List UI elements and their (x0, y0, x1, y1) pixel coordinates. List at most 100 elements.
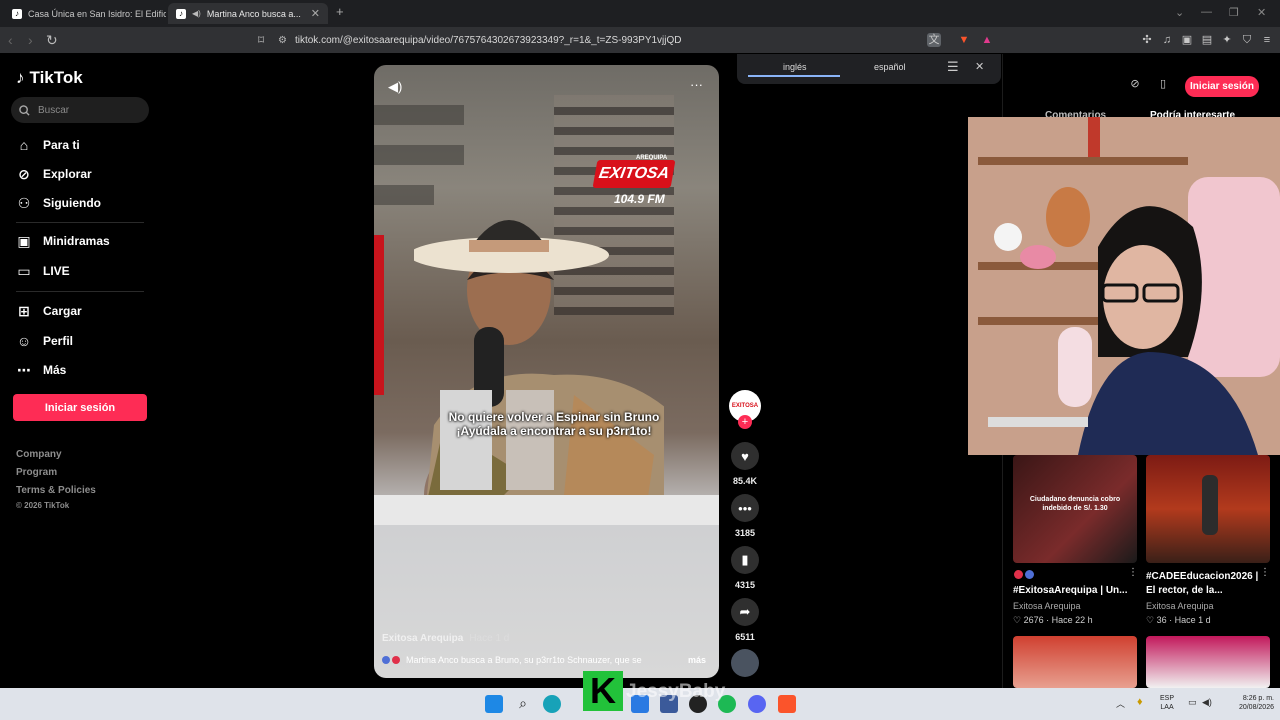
search-box[interactable] (11, 97, 149, 123)
vpn-icon[interactable]: ⛉ (1240, 33, 1254, 47)
compass-icon: ⊘ (18, 165, 30, 182)
nav-item-siguiendo[interactable]: ⚇ Siguiendo (16, 195, 101, 211)
nav-label: Perfil (43, 334, 74, 348)
discord-icon[interactable] (748, 695, 766, 713)
emoji-icon (1025, 570, 1034, 579)
video-author-1[interactable]: Exitosa Arequipa (1013, 601, 1081, 611)
translate-option-english[interactable]: inglés (783, 62, 807, 72)
video-stats-1: ♡ 2676 · Hace 22 h (1013, 615, 1093, 625)
close-tab-icon[interactable]: ✕ (311, 7, 320, 20)
tab-title: Casa Única en San Isidro: El Edificio ..… (28, 8, 166, 19)
address-bar[interactable]: ⚙ tiktok.com/@exitosaarequipa/video/7675… (278, 31, 948, 50)
video-author-line: Exitosa Arequipa Hace 1 d (382, 633, 509, 644)
browser-tab-1[interactable]: ♪ Casa Única en San Isidro: El Edificio … (4, 3, 166, 24)
audio-icon: ◀) (192, 9, 201, 18)
reload-button[interactable]: ↻ (46, 31, 58, 49)
search-taskbar-icon[interactable]: ⌕ (514, 695, 532, 713)
video-player[interactable]: AREQUIPA EXITOSA 104.9 FM No quiere volv… (374, 65, 719, 678)
translate-option-spanish[interactable]: español (874, 62, 906, 72)
like-button[interactable]: ♥ (731, 442, 759, 470)
network-icon[interactable]: ▭ (1188, 697, 1197, 708)
translate-close-icon[interactable]: ✕ (975, 60, 984, 73)
nav-item-explorar[interactable]: ⊘ Explorar (16, 166, 92, 182)
device-icon[interactable]: ▯ (1154, 75, 1172, 93)
extensions-icon[interactable]: ✣ (1140, 33, 1154, 47)
brave-shield-icon[interactable]: ▼ (957, 33, 971, 47)
coins-icon[interactable]: ⊘ (1126, 75, 1144, 93)
caption-line-2: ¡Ayúdala a encontrar a su p3rr1to! (456, 424, 652, 438)
video-1-menu-icon[interactable]: ⋮ (1128, 567, 1138, 578)
edge-icon[interactable] (543, 695, 561, 713)
video-title-2[interactable]: #CADEEducacion2026 | El rector, de la... (1146, 570, 1270, 598)
nav-item-mas[interactable]: ⋯ Más (16, 362, 66, 378)
footer-link-terms[interactable]: Terms & Policies (16, 485, 96, 496)
volume-tray-icon[interactable]: ◀) (1202, 697, 1212, 708)
brave-icon[interactable] (778, 695, 796, 713)
tab-search-icon[interactable]: ⌄ (1175, 6, 1184, 19)
media-icon[interactable]: ♫ (1160, 33, 1174, 47)
bookmark-icon: ▮ (741, 552, 749, 567)
more-options-icon[interactable]: ··· (690, 77, 703, 92)
sidebar-toggle-icon[interactable]: ▣ (1180, 33, 1194, 47)
video-author[interactable]: Exitosa Arequipa (382, 633, 463, 644)
close-window-button[interactable]: ✕ (1257, 6, 1266, 19)
region: LAA (1160, 704, 1174, 711)
nav-item-perfil[interactable]: ☺ Perfil (16, 333, 73, 349)
back-button[interactable]: ‹ (8, 31, 13, 49)
more-link[interactable]: más (688, 655, 706, 665)
wallet-icon[interactable]: ▤ (1200, 33, 1214, 47)
forward-button[interactable]: › (28, 31, 33, 49)
brave-rewards-icon[interactable]: ▲ (980, 33, 994, 47)
nav-item-cargar[interactable]: ⊞ Cargar (16, 303, 82, 319)
webcam-overlay (968, 117, 1280, 455)
site-info-icon[interactable]: ⚙ (278, 35, 287, 46)
tray-language[interactable]: ESP LAA (1160, 694, 1174, 712)
microphone-icon[interactable]: ♦ (1137, 696, 1143, 708)
comment-button[interactable]: ••• (731, 494, 759, 522)
search-input[interactable] (38, 104, 138, 116)
tray-chevron-icon[interactable]: ︿ (1116, 697, 1125, 710)
video-author-2[interactable]: Exitosa Arequipa (1146, 601, 1214, 611)
translate-menu-icon[interactable]: ☰ (947, 59, 959, 75)
new-tab-button[interactable]: + (336, 4, 344, 19)
volume-icon[interactable]: ◀) (388, 79, 402, 95)
comment-count: 3185 (734, 528, 756, 538)
home-icon: ⌂ (19, 137, 29, 153)
translate-icon[interactable]: 文 (927, 33, 941, 47)
translate-selected-indicator (748, 75, 840, 77)
browser-tab-2[interactable]: ♪ ◀) Martina Anco busca a... ✕ (168, 3, 328, 24)
menu-icon[interactable]: ≡ (1260, 33, 1274, 47)
share-button[interactable]: ➦ (731, 598, 759, 626)
nav-item-minidramas[interactable]: ▣ Minidramas (16, 233, 109, 249)
tiktok-favicon-icon: ♪ (12, 8, 22, 19)
video-thumbnail-4[interactable] (1146, 636, 1270, 688)
emoji-icon (1014, 570, 1023, 579)
copyright: © 2026 TikTok (16, 501, 70, 510)
music-disc[interactable] (731, 649, 759, 677)
emoji-icon (382, 656, 390, 664)
save-button[interactable]: ▮ (731, 546, 759, 574)
clock-time: 8:26 p. m. (1242, 695, 1274, 702)
footer-link-company[interactable]: Company (16, 449, 62, 460)
start-icon[interactable] (485, 695, 503, 713)
save-count: 4315 (734, 580, 756, 590)
login-button[interactable]: Iniciar sesión (13, 394, 147, 421)
maximize-button[interactable]: ❐ (1229, 6, 1239, 19)
wall-slat (374, 145, 464, 165)
nav-item-live[interactable]: ▭ LIVE (16, 263, 69, 279)
minimize-button[interactable]: — (1201, 6, 1212, 18)
video-title-1[interactable]: #ExitosaArequipa | Un... (1013, 585, 1137, 596)
follow-plus-icon[interactable]: + (738, 415, 752, 429)
video-thumbnail-1[interactable]: Ciudadano denuncia cobro indebido de S/.… (1013, 455, 1137, 563)
tray-clock[interactable]: 8:26 p. m. 20/08/2026 (1226, 694, 1274, 712)
like-count: 85.4K (732, 476, 758, 486)
footer-link-program[interactable]: Program (16, 467, 57, 478)
bookmark-icon[interactable]: ⌑ (258, 31, 264, 49)
tiktok-logo[interactable]: ♪ TikTok (16, 68, 83, 88)
nav-label: Explorar (43, 167, 92, 181)
video-thumbnail-3[interactable] (1013, 636, 1137, 688)
leo-ai-icon[interactable]: ✦ (1220, 33, 1234, 47)
nav-item-para-ti[interactable]: ⌂ Para ti (16, 137, 80, 153)
header-login-button[interactable]: Iniciar sesión (1185, 76, 1259, 97)
video-thumbnail-2[interactable] (1146, 455, 1270, 563)
